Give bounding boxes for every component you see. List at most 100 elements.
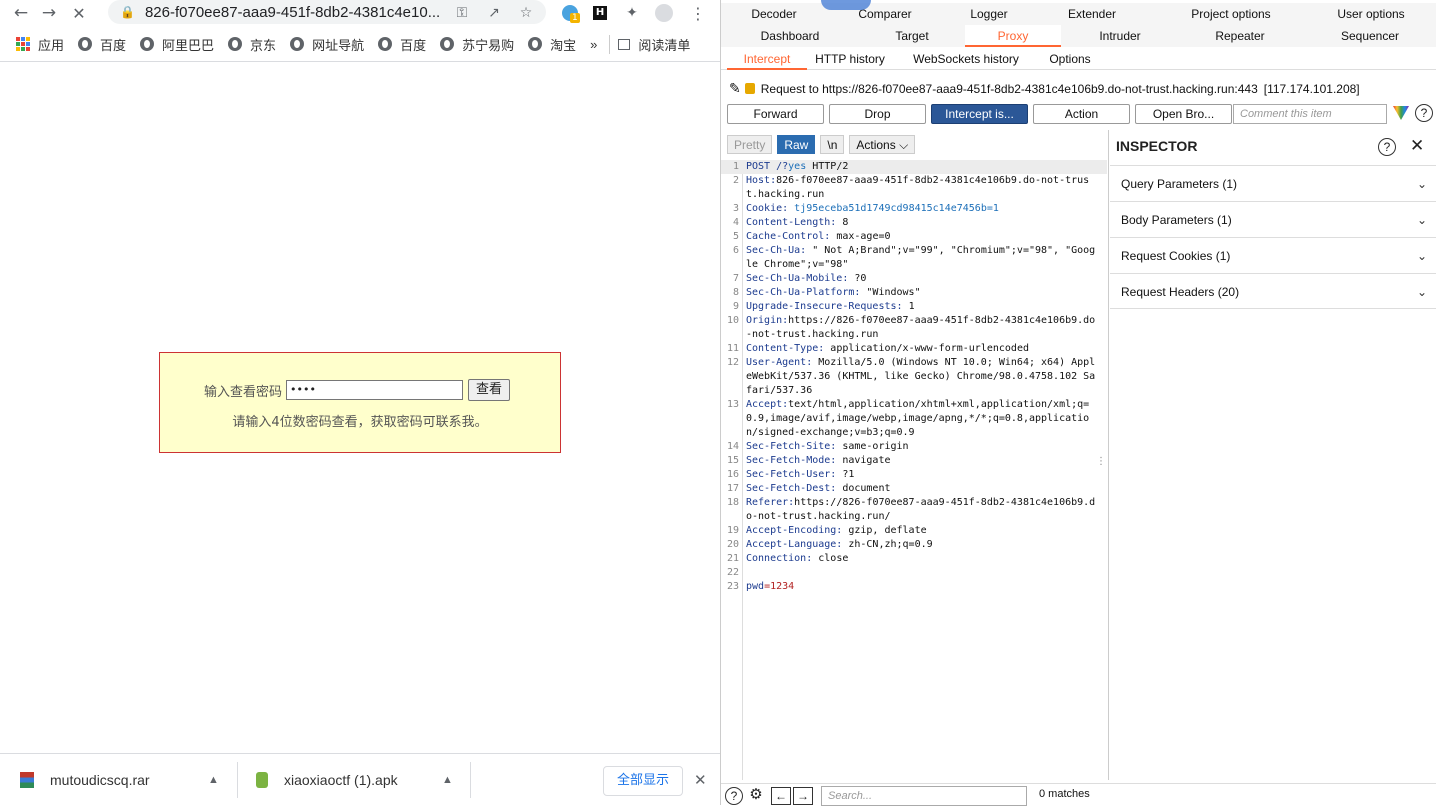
- forward-button[interactable]: Forward: [727, 104, 824, 124]
- header-name: POST /?: [746, 161, 789, 172]
- close-icon[interactable]: ✕: [694, 771, 707, 789]
- archive-icon: [20, 772, 34, 788]
- divider: [470, 762, 471, 798]
- subtab-websockets-history[interactable]: WebSockets history: [905, 48, 1027, 70]
- h-extension-icon[interactable]: H: [590, 3, 610, 23]
- request-body[interactable]: 1 POST /?yes HTTP/2 2 Host:826-f070ee87-aaa…: [721, 160, 1107, 780]
- globe-icon: [228, 37, 243, 51]
- line-number: 13: [726, 399, 739, 410]
- newline-toggle[interactable]: \n: [820, 135, 845, 154]
- request-line: 23 pwd=1234: [721, 580, 1107, 594]
- chevron-up-icon[interactable]: ▲: [442, 774, 453, 786]
- request-headers-section[interactable]: Request Headers (20) ⌄: [1110, 273, 1436, 309]
- inspector-title: INSPECTOR: [1116, 138, 1198, 154]
- pretty-toggle[interactable]: Pretty: [727, 135, 773, 154]
- header-value: text/html,application/xhtml+xml,applicat…: [746, 399, 1090, 438]
- reading-list[interactable]: 阅读清单: [609, 34, 690, 54]
- intercept-toggle-button[interactable]: Intercept is...: [931, 104, 1028, 124]
- header-name: Sec-Fetch-Mode:: [746, 455, 837, 466]
- proxy-subtabs: Intercept HTTP history WebSockets histor…: [721, 48, 1436, 70]
- address-bar[interactable]: 🔒 826-f070ee87-aaa9-451f-8db2-4381c4e10.…: [108, 0, 546, 24]
- next-match-icon[interactable]: →: [793, 787, 813, 805]
- bookmark-label: 阿里巴巴: [162, 37, 215, 53]
- request-line: 20 Accept-Language: zh-CN,zh;q=0.9: [721, 538, 1107, 552]
- request-cookies-section[interactable]: Request Cookies (1) ⌄: [1110, 237, 1436, 273]
- show-all-button[interactable]: 全部显示: [603, 766, 683, 796]
- password-input[interactable]: ••••: [286, 380, 464, 400]
- subtab-options[interactable]: Options: [1037, 48, 1103, 70]
- tab-intruder[interactable]: Intruder: [1075, 25, 1165, 47]
- action-button[interactable]: Action: [1033, 104, 1130, 124]
- help-icon[interactable]: ?: [1415, 104, 1433, 122]
- subtab-http-history[interactable]: HTTP history: [809, 48, 891, 70]
- burp-window: Decoder Comparer Logger Extender Project…: [720, 0, 1436, 806]
- editor-actions-button[interactable]: Actions ⌵: [849, 135, 916, 154]
- splitter-handle-icon[interactable]: ⋮: [1096, 457, 1106, 467]
- bookmark-nav[interactable]: 网址导航: [290, 35, 364, 54]
- help-icon[interactable]: ?: [725, 787, 743, 805]
- profile-icon[interactable]: [654, 3, 674, 23]
- view-button[interactable]: 查看: [468, 379, 511, 401]
- header-value: "Windows": [860, 287, 921, 298]
- comment-input[interactable]: Comment this item: [1233, 104, 1387, 124]
- bookmark-baidu-2[interactable]: 百度: [378, 35, 426, 54]
- request-line: 17 Sec-Fetch-Dest: document: [721, 482, 1107, 496]
- puzzle-icon[interactable]: ✦: [622, 3, 642, 23]
- tab-sequencer[interactable]: Sequencer: [1325, 25, 1415, 47]
- help-icon[interactable]: ?: [1378, 138, 1396, 156]
- bookmark-alibaba[interactable]: 阿里巴巴: [140, 35, 214, 54]
- line-text: [743, 566, 1098, 580]
- drop-button[interactable]: Drop: [829, 104, 926, 124]
- back-icon[interactable]: ←: [8, 0, 34, 26]
- download-item[interactable]: mutoudicscq.rar ▲: [20, 754, 230, 806]
- extension-badge-icon[interactable]: 1: [560, 3, 580, 23]
- request-line: 2 Host:826-f070ee87-aaa9-451f-8db2-4381c4…: [721, 174, 1107, 202]
- pencil-icon[interactable]: ✎: [729, 80, 741, 97]
- bookmark-apps[interactable]: 应用: [16, 35, 64, 54]
- tab-target[interactable]: Target: [867, 25, 957, 47]
- highlight-color-icon[interactable]: [1393, 106, 1409, 120]
- header-name: Cookie:: [746, 203, 789, 214]
- tool-tabs-row-2: Dashboard Target Proxy Intruder Repeater…: [721, 25, 1436, 47]
- header-value: 1: [902, 301, 915, 312]
- bookmarks-overflow-button[interactable]: »: [590, 37, 597, 52]
- previous-match-icon[interactable]: ←: [771, 787, 791, 805]
- key-icon[interactable]: ⚿: [452, 3, 472, 23]
- tab-project-options[interactable]: Project options: [1167, 3, 1295, 25]
- bookmark-jd[interactable]: 京东: [228, 35, 276, 54]
- stop-loading-icon[interactable]: ✕: [66, 0, 92, 26]
- share-icon[interactable]: ↗: [484, 3, 504, 23]
- open-browser-button[interactable]: Open Bro...: [1135, 104, 1232, 124]
- settings-gear-icon[interactable]: ⚙: [747, 787, 765, 805]
- bookmark-baidu[interactable]: 百度: [78, 35, 126, 54]
- chevron-up-icon[interactable]: ▲: [208, 774, 219, 786]
- section-label: Request Headers (20): [1121, 285, 1240, 299]
- header-value: https://826-f070ee87-aaa9-451f-8db2-4381…: [746, 315, 1096, 340]
- download-item[interactable]: xiaoxiaoctf (1).apk ▲: [256, 754, 466, 806]
- request-line: 14 Sec-Fetch-Site: same-origin: [721, 440, 1107, 454]
- close-icon[interactable]: ✕: [1410, 136, 1424, 156]
- tab-proxy[interactable]: Proxy: [965, 25, 1061, 47]
- body-parameters-section[interactable]: Body Parameters (1) ⌄: [1110, 201, 1436, 237]
- subtab-intercept[interactable]: Intercept: [727, 48, 807, 70]
- forward-icon[interactable]: →: [36, 0, 62, 26]
- inspector-panel: INSPECTOR ? ✕ Query Parameters (1) ⌄ Body…: [1110, 130, 1436, 780]
- tab-decoder[interactable]: Decoder: [731, 3, 817, 25]
- line-text: Cache-Control: max-age=0: [743, 230, 1098, 244]
- tab-dashboard[interactable]: Dashboard: [735, 25, 845, 47]
- tab-repeater[interactable]: Repeater: [1193, 25, 1287, 47]
- tab-extender[interactable]: Extender: [1047, 3, 1137, 25]
- tab-logger[interactable]: Logger: [949, 3, 1029, 25]
- raw-toggle[interactable]: Raw: [777, 135, 816, 154]
- tab-user-options[interactable]: User options: [1319, 3, 1423, 25]
- header-name: Connection:: [746, 553, 813, 564]
- line-text: Accept-Encoding: gzip, deflate: [743, 524, 1098, 538]
- bookmark-taobao[interactable]: 淘宝: [528, 35, 576, 54]
- globe-icon: [140, 37, 155, 51]
- bookmark-suning[interactable]: 苏宁易购: [440, 35, 514, 54]
- menu-icon[interactable]: ⋮: [688, 3, 708, 23]
- download-filename: mutoudicscq.rar: [50, 772, 150, 788]
- star-icon[interactable]: ☆: [516, 3, 536, 23]
- search-input[interactable]: Search...: [821, 786, 1027, 806]
- query-parameters-section[interactable]: Query Parameters (1) ⌄: [1110, 165, 1436, 201]
